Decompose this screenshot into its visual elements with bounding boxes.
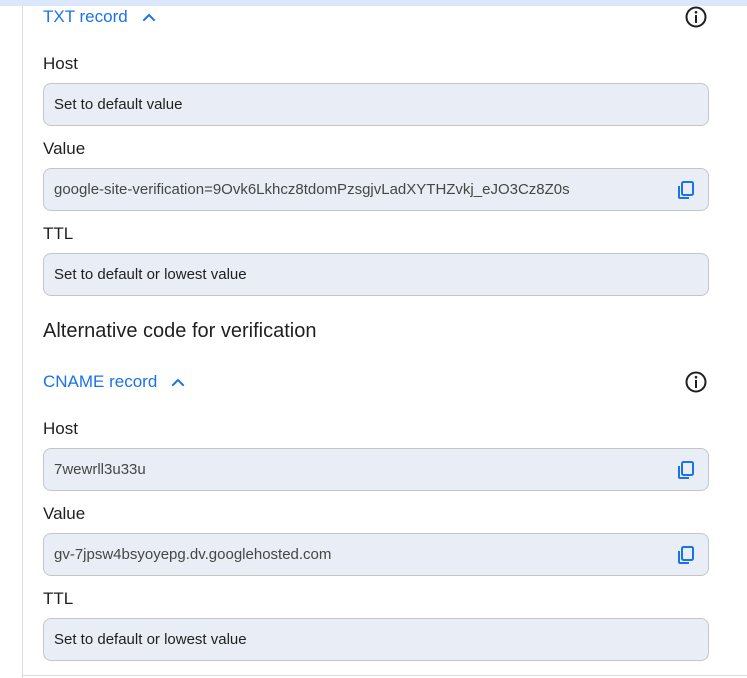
bottom-border: [22, 675, 747, 676]
cname-record-toggle[interactable]: CNAME record: [43, 371, 185, 393]
cname-value-text: gv-7jpsw4bsyoyepg.dv.googlehosted.com: [54, 545, 332, 563]
left-border: [22, 6, 23, 678]
chevron-up-icon: [142, 13, 156, 21]
cname-value-field[interactable]: gv-7jpsw4bsyoyepg.dv.googlehosted.com: [43, 533, 709, 576]
cname-value-label: Value: [43, 504, 86, 523]
txt-host-value: Set to default value: [54, 95, 183, 113]
cname-ttl-value: Set to default or lowest value: [54, 630, 247, 648]
alternative-verification-heading: Alternative code for verification: [43, 320, 317, 342]
cname-record-info-icon[interactable]: [684, 370, 708, 394]
txt-ttl-field[interactable]: Set to default or lowest value: [43, 253, 709, 296]
txt-record-info-icon[interactable]: [684, 5, 708, 29]
txt-value-text: google-site-verification=9Ovk6Lkhcz8tdom…: [54, 180, 570, 198]
cname-ttl-label: TTL: [43, 589, 74, 608]
txt-ttl-label: TTL: [43, 224, 74, 243]
txt-value-copy-icon[interactable]: [676, 180, 696, 200]
txt-value-field[interactable]: google-site-verification=9Ovk6Lkhcz8tdom…: [43, 168, 709, 211]
verification-dns-records-page: TXT record Host Set to default value Val…: [0, 0, 747, 678]
txt-host-field[interactable]: Set to default value: [43, 83, 709, 126]
cname-host-label: Host: [43, 419, 78, 438]
txt-record-title: TXT record: [43, 7, 128, 26]
txt-ttl-value: Set to default or lowest value: [54, 265, 247, 283]
cname-host-value: 7wewrll3u33u: [54, 460, 146, 478]
txt-record-toggle[interactable]: TXT record: [43, 6, 156, 28]
txt-host-label: Host: [43, 54, 78, 73]
chevron-up-icon: [171, 378, 185, 386]
cname-record-title: CNAME record: [43, 372, 158, 391]
cname-host-copy-icon[interactable]: [676, 460, 696, 480]
cname-host-field[interactable]: 7wewrll3u33u: [43, 448, 709, 491]
cname-value-copy-icon[interactable]: [676, 545, 696, 565]
cname-ttl-field[interactable]: Set to default or lowest value: [43, 618, 709, 661]
txt-value-label: Value: [43, 139, 86, 158]
